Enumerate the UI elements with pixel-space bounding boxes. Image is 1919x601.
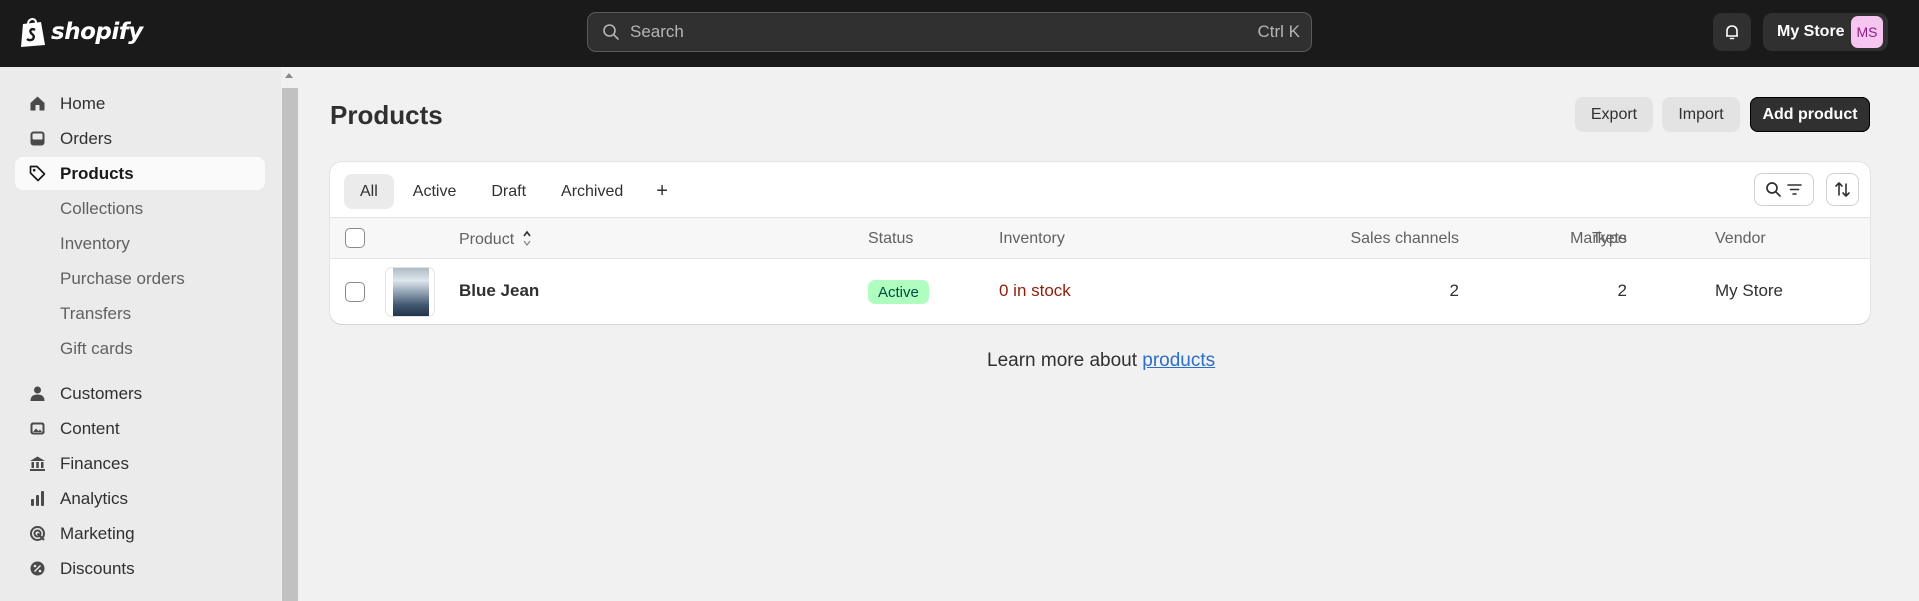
search-shortcut: Ctrl K [1257, 22, 1301, 41]
bell-icon [1726, 25, 1738, 40]
discount-gear-icon [30, 561, 45, 576]
vendor-value: My Store [1715, 281, 1784, 300]
sidebar-item-label: Collections [60, 198, 144, 218]
inventory-value: 0 in stock [999, 281, 1071, 300]
bar-chart-icon [31, 491, 44, 506]
sidebar-item-transfers[interactable]: Transfers [15, 297, 265, 330]
store-name: My Store [1777, 23, 1845, 40]
tab-archived[interactable]: Archived [545, 174, 639, 209]
sort-caret-icon [522, 230, 531, 247]
sidebar-item-label: Discounts [60, 558, 135, 578]
tag-icon [29, 165, 46, 182]
home-icon [30, 96, 45, 111]
sidebar-item-orders[interactable]: Orders [15, 122, 265, 155]
filter-tabs: All Active Draft Archived + [344, 174, 685, 209]
orders-inbox-icon [30, 131, 45, 146]
sidebar-item-label: Content [60, 418, 120, 438]
sidebar-item-purchase-orders[interactable]: Purchase orders [15, 262, 265, 295]
column-header-type[interactable]: Type [1592, 230, 1627, 248]
product-image [393, 268, 429, 316]
sidebar-scrollbar[interactable] [281, 67, 298, 601]
status-badge: Active [868, 280, 929, 304]
learn-more-text: Learn more about products [987, 350, 1215, 372]
sales-channels-value: 2 [1449, 281, 1459, 300]
add-view-button[interactable]: + [642, 174, 682, 209]
column-header-product[interactable]: Product [459, 230, 532, 249]
sidebar-item-label: Transfers [60, 303, 132, 323]
sort-button[interactable] [1826, 173, 1859, 206]
search-icon [1766, 182, 1781, 197]
column-header-inventory[interactable]: Inventory [999, 230, 1065, 248]
scroll-up-arrow-icon[interactable] [285, 73, 293, 78]
import-button[interactable]: Import [1662, 97, 1740, 132]
sidebar-item-marketing[interactable]: Marketing [15, 517, 265, 550]
tab-active[interactable]: Active [397, 174, 473, 209]
sidebar: Home Orders Products Collections Invento… [0, 67, 281, 601]
notifications-button[interactable] [1713, 13, 1751, 51]
sidebar-item-label: Home [60, 93, 106, 113]
search-icon [603, 24, 619, 40]
bank-icon [30, 456, 45, 471]
markets-value: 2 [1617, 281, 1627, 300]
products-help-link[interactable]: products [1142, 350, 1215, 371]
shopify-bag-icon [21, 18, 45, 47]
filter-lines-icon [1787, 184, 1802, 195]
sidebar-item-content[interactable]: Content [15, 412, 265, 445]
tab-draft[interactable]: Draft [475, 174, 542, 209]
sidebar-item-label: Marketing [60, 523, 135, 543]
image-icon [30, 422, 45, 435]
brand-name: shopify [51, 19, 143, 45]
column-header-status[interactable]: Status [868, 230, 913, 248]
select-all-checkbox[interactable] [345, 228, 365, 248]
sidebar-item-products[interactable]: Products [15, 157, 265, 190]
person-icon [30, 386, 45, 401]
sidebar-item-collections[interactable]: Collections [15, 192, 265, 225]
sidebar-item-label: Orders [60, 128, 112, 148]
row-checkbox[interactable] [345, 282, 365, 302]
sidebar-item-label: Customers [60, 383, 143, 403]
product-thumbnail[interactable] [385, 267, 435, 317]
column-header-vendor[interactable]: Vendor [1715, 230, 1766, 248]
sidebar-item-label: Finances [60, 453, 129, 473]
add-product-button[interactable]: Add product [1750, 97, 1870, 132]
sidebar-item-analytics[interactable]: Analytics [15, 482, 265, 515]
sidebar-item-customers[interactable]: Customers [15, 377, 265, 410]
sidebar-item-finances[interactable]: Finances [15, 447, 265, 480]
page-title: Products [330, 100, 443, 130]
sidebar-item-label: Products [60, 163, 134, 183]
tab-all[interactable]: All [344, 174, 394, 209]
product-name[interactable]: Blue Jean [459, 281, 539, 301]
search-placeholder: Search [630, 22, 684, 41]
sidebar-item-inventory[interactable]: Inventory [15, 227, 265, 260]
top-bar: shopify Search Ctrl K My Store MS [0, 0, 1919, 67]
search-bar[interactable]: Search Ctrl K [587, 12, 1312, 52]
target-icon [30, 526, 45, 541]
learn-more-prefix: Learn more about [987, 350, 1143, 371]
sidebar-item-label: Gift cards [60, 338, 133, 358]
sidebar-item-home[interactable]: Home [15, 87, 265, 120]
sidebar-item-label: Inventory [60, 233, 130, 253]
store-menu-button[interactable]: My Store MS [1763, 13, 1888, 51]
column-label: Product [459, 231, 515, 248]
avatar: MS [1851, 16, 1883, 48]
shopify-logo[interactable]: shopify [19, 16, 143, 48]
column-header-sales-channels[interactable]: Sales channels [1350, 230, 1459, 248]
sidebar-item-label: Purchase orders [60, 268, 185, 288]
scrollbar-thumb[interactable] [282, 88, 298, 601]
sidebar-item-discounts[interactable]: Discounts [15, 552, 265, 585]
products-card: All Active Draft Archived + Product Stat… [330, 162, 1870, 324]
sidebar-item-label: Analytics [60, 488, 129, 508]
sidebar-item-gift-cards[interactable]: Gift cards [15, 332, 265, 365]
search-filter-button[interactable] [1754, 173, 1814, 206]
table-row[interactable]: Blue Jean Active 0 in stock 2 2 My Store [330, 259, 1870, 324]
export-button[interactable]: Export [1575, 97, 1653, 132]
sort-arrows-icon [1835, 182, 1850, 197]
table-header: Product Status Inventory Sales channels … [330, 217, 1870, 259]
